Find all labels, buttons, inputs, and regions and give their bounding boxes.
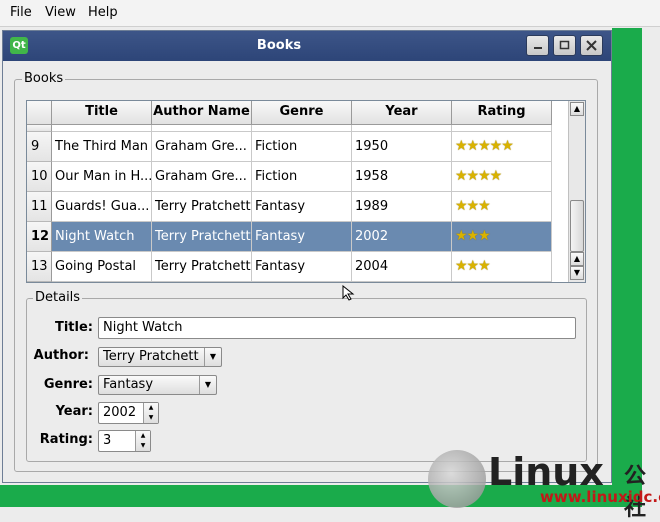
details-group-label: Details <box>33 290 83 305</box>
table-cell-year[interactable]: 1989 <box>352 192 452 222</box>
table-cell-author[interactable]: Terry Pratchett <box>152 222 252 252</box>
table-cell-title[interactable]: Guards! Gua... <box>52 192 152 222</box>
maximize-button[interactable] <box>553 35 576 56</box>
year-label: Year: <box>55 404 93 419</box>
row-header[interactable]: 10 <box>27 162 52 192</box>
year-value: 2002 <box>103 405 137 420</box>
desktop-edge <box>642 28 660 515</box>
year-spin-buttons[interactable]: ▲ ▼ <box>143 403 158 423</box>
author-value: Terry Pratchett <box>103 349 199 364</box>
genre-value: Fantasy <box>103 377 154 392</box>
watermark-url: www.linuxidc.com <box>540 488 660 506</box>
dropdown-arrow-icon: ▼ <box>199 376 216 394</box>
row-header[interactable]: 13 <box>27 252 52 282</box>
minimize-button[interactable] <box>526 35 549 56</box>
year-spinbox[interactable]: 2002 ▲ ▼ <box>98 402 159 424</box>
column-header-rating[interactable]: Rating <box>452 101 552 125</box>
spin-down-icon[interactable]: ▼ <box>144 413 158 423</box>
scroll-down-button[interactable]: ▼ <box>570 266 584 280</box>
star-rating-icon: ★★★ <box>455 258 491 274</box>
spin-down-icon[interactable]: ▼ <box>136 441 150 451</box>
books-table[interactable]: Title Author Name Genre Year Rating 9 Th… <box>26 100 586 283</box>
column-header-author[interactable]: Author Name <box>152 101 252 125</box>
scroll-up-button-lower[interactable]: ▲ <box>570 252 584 266</box>
partial-cell <box>452 125 552 132</box>
rating-label: Rating: <box>39 432 93 447</box>
table-cell-year[interactable]: 1958 <box>352 162 452 192</box>
rating-spin-buttons[interactable]: ▲ ▼ <box>135 431 150 451</box>
table-cell-rating[interactable]: ★★★★ <box>452 162 552 192</box>
window-title: Books <box>256 38 302 53</box>
column-header-year[interactable]: Year <box>352 101 452 125</box>
table-cell-author[interactable]: Graham Gre... <box>152 132 252 162</box>
table-cell-genre[interactable]: Fiction <box>252 162 352 192</box>
dropdown-arrow-icon: ▼ <box>204 348 221 366</box>
genre-label: Genre: <box>43 377 93 392</box>
author-combobox[interactable]: Terry Pratchett ▼ <box>98 347 222 367</box>
partial-cell <box>52 125 152 132</box>
table-cell-title[interactable]: Night Watch <box>52 222 152 252</box>
table-cell-author[interactable]: Terry Pratchett <box>152 192 252 222</box>
table-cell-rating[interactable]: ★★★ <box>452 192 552 222</box>
table-cell-genre[interactable]: Fantasy <box>252 222 352 252</box>
linux-watermark: Linux 公社 www.linuxidc.com <box>428 448 660 521</box>
title-field[interactable]: Night Watch <box>98 317 576 339</box>
close-button[interactable] <box>580 35 603 56</box>
spin-up-icon[interactable]: ▲ <box>144 403 158 413</box>
close-icon <box>586 40 597 51</box>
table-cell-author[interactable]: Terry Pratchett <box>152 252 252 282</box>
window-titlebar[interactable]: Qt Books <box>3 31 611 61</box>
partial-cell <box>152 125 252 132</box>
row-header-partial <box>27 125 52 132</box>
books-group-label: Books <box>22 71 66 86</box>
column-header-title[interactable]: Title <box>52 101 152 125</box>
table-cell-year[interactable]: 2002 <box>352 222 452 252</box>
scrollbar-thumb[interactable] <box>570 200 584 252</box>
menu-view[interactable]: View <box>45 5 76 20</box>
star-rating-icon: ★★★★ <box>455 168 502 184</box>
desktop-background <box>612 28 642 485</box>
genre-combobox[interactable]: Fantasy ▼ <box>98 375 217 395</box>
arrow-down-icon: ▼ <box>573 268 581 277</box>
table-cell-rating[interactable]: ★★★ <box>452 222 552 252</box>
table-corner[interactable] <box>27 101 52 125</box>
menu-help[interactable]: Help <box>88 5 118 20</box>
app-menubar: File View Help <box>0 0 660 27</box>
scroll-up-button[interactable]: ▲ <box>570 102 584 116</box>
penguin-logo-icon <box>428 450 486 508</box>
author-label: Author: <box>33 348 89 363</box>
table-vertical-scrollbar[interactable]: ▲ ▲ ▼ <box>568 101 585 282</box>
table-cell-genre[interactable]: Fantasy <box>252 192 352 222</box>
menu-file[interactable]: File <box>10 5 32 20</box>
row-header[interactable]: 9 <box>27 132 52 162</box>
column-header-genre[interactable]: Genre <box>252 101 352 125</box>
star-rating-icon: ★★★ <box>455 228 491 244</box>
table-cell-title[interactable]: Going Postal <box>52 252 152 282</box>
arrow-up-icon: ▲ <box>573 254 581 263</box>
table-cell-year[interactable]: 1950 <box>352 132 452 162</box>
table-cell-genre[interactable]: Fantasy <box>252 252 352 282</box>
table-cell-title[interactable]: Our Man in H... <box>52 162 152 192</box>
table-cell-author[interactable]: Graham Gre... <box>152 162 252 192</box>
arrow-up-icon: ▲ <box>573 104 581 113</box>
star-rating-icon: ★★★ <box>455 198 491 214</box>
title-label: Title: <box>54 320 93 335</box>
table-cell-genre[interactable]: Fiction <box>252 132 352 162</box>
table-cell-rating[interactable]: ★★★★★ <box>452 132 552 162</box>
row-header-selected[interactable]: 12 <box>27 222 52 252</box>
rating-value: 3 <box>103 433 112 448</box>
partial-cell <box>252 125 352 132</box>
table-cell-rating[interactable]: ★★★ <box>452 252 552 282</box>
spin-up-icon[interactable]: ▲ <box>136 431 150 441</box>
star-rating-icon: ★★★★★ <box>455 138 514 154</box>
row-header[interactable]: 11 <box>27 192 52 222</box>
partial-cell <box>352 125 452 132</box>
table-cell-title[interactable]: The Third Man <box>52 132 152 162</box>
minimize-icon <box>534 47 542 49</box>
mouse-cursor-icon <box>342 284 358 305</box>
table-cell-year[interactable]: 2004 <box>352 252 452 282</box>
rating-spinbox[interactable]: 3 ▲ ▼ <box>98 430 151 452</box>
maximize-icon <box>559 40 570 50</box>
